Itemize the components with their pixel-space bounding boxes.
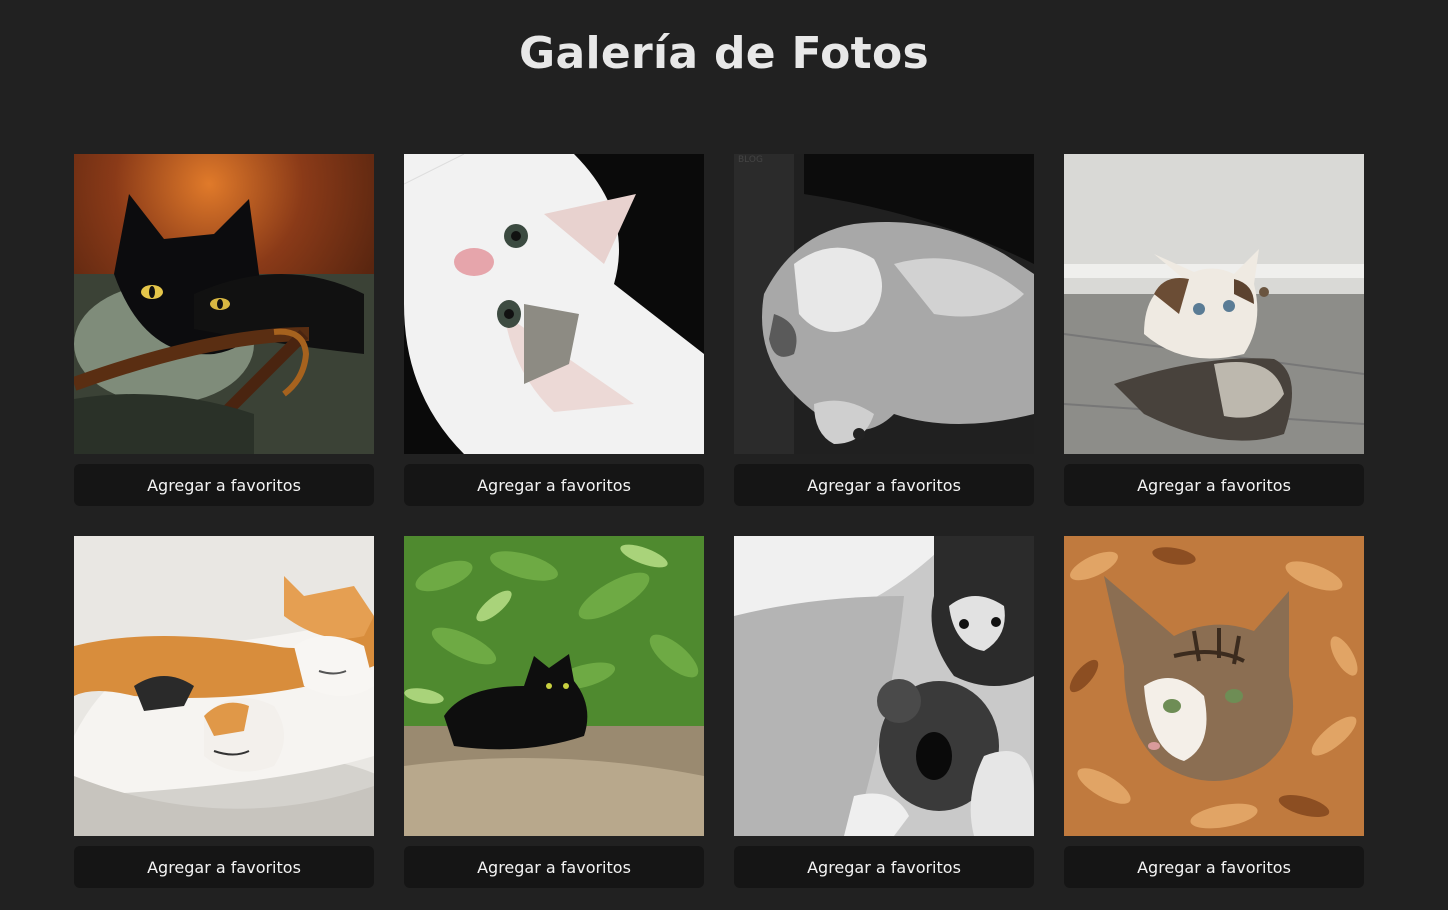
gallery-card: Agregar a favoritos [1064,536,1364,888]
photo-gallery: Agregar a favoritos Agregar a favoritos [74,154,1364,888]
add-to-favorites-button[interactable]: Agregar a favoritos [74,846,374,888]
cat-photo-kitten-in-shoe [1064,154,1364,454]
gallery-card: Agregar a favoritos [74,536,374,888]
cat-photo-white-kitten-tilted [404,154,704,454]
cat-photo-black-cat-basket [74,154,374,454]
cat-photo-kitten-in-leaves [1064,536,1364,836]
gallery-card: Agregar a favoritos [74,154,374,506]
cat-photo-fluffy-kitten-bw: BLOG [734,154,1034,454]
svg-text:BLOG: BLOG [738,155,763,165]
add-to-favorites-button[interactable]: Agregar a favoritos [734,846,1034,888]
gallery-card: BLOG Agregar a favoritos [734,154,1034,506]
gallery-card: Agregar a favoritos [734,536,1034,888]
gallery-card: Agregar a favoritos [404,154,704,506]
add-to-favorites-button[interactable]: Agregar a favoritos [1064,464,1364,506]
add-to-favorites-button[interactable]: Agregar a favoritos [74,464,374,506]
add-to-favorites-button[interactable]: Agregar a favoritos [404,846,704,888]
page-title: Galería de Fotos [519,28,929,79]
gallery-card: Agregar a favoritos [1064,154,1364,506]
add-to-favorites-button[interactable]: Agregar a favoritos [734,464,1034,506]
gallery-card: Agregar a favoritos [404,536,704,888]
add-to-favorites-button[interactable]: Agregar a favoritos [1064,846,1364,888]
add-to-favorites-button[interactable]: Agregar a favoritos [404,464,704,506]
cat-photo-black-cat-plants [404,536,704,836]
cat-photo-kitten-teddy-bear [734,536,1034,836]
cat-photo-sleeping-kittens [74,536,374,836]
